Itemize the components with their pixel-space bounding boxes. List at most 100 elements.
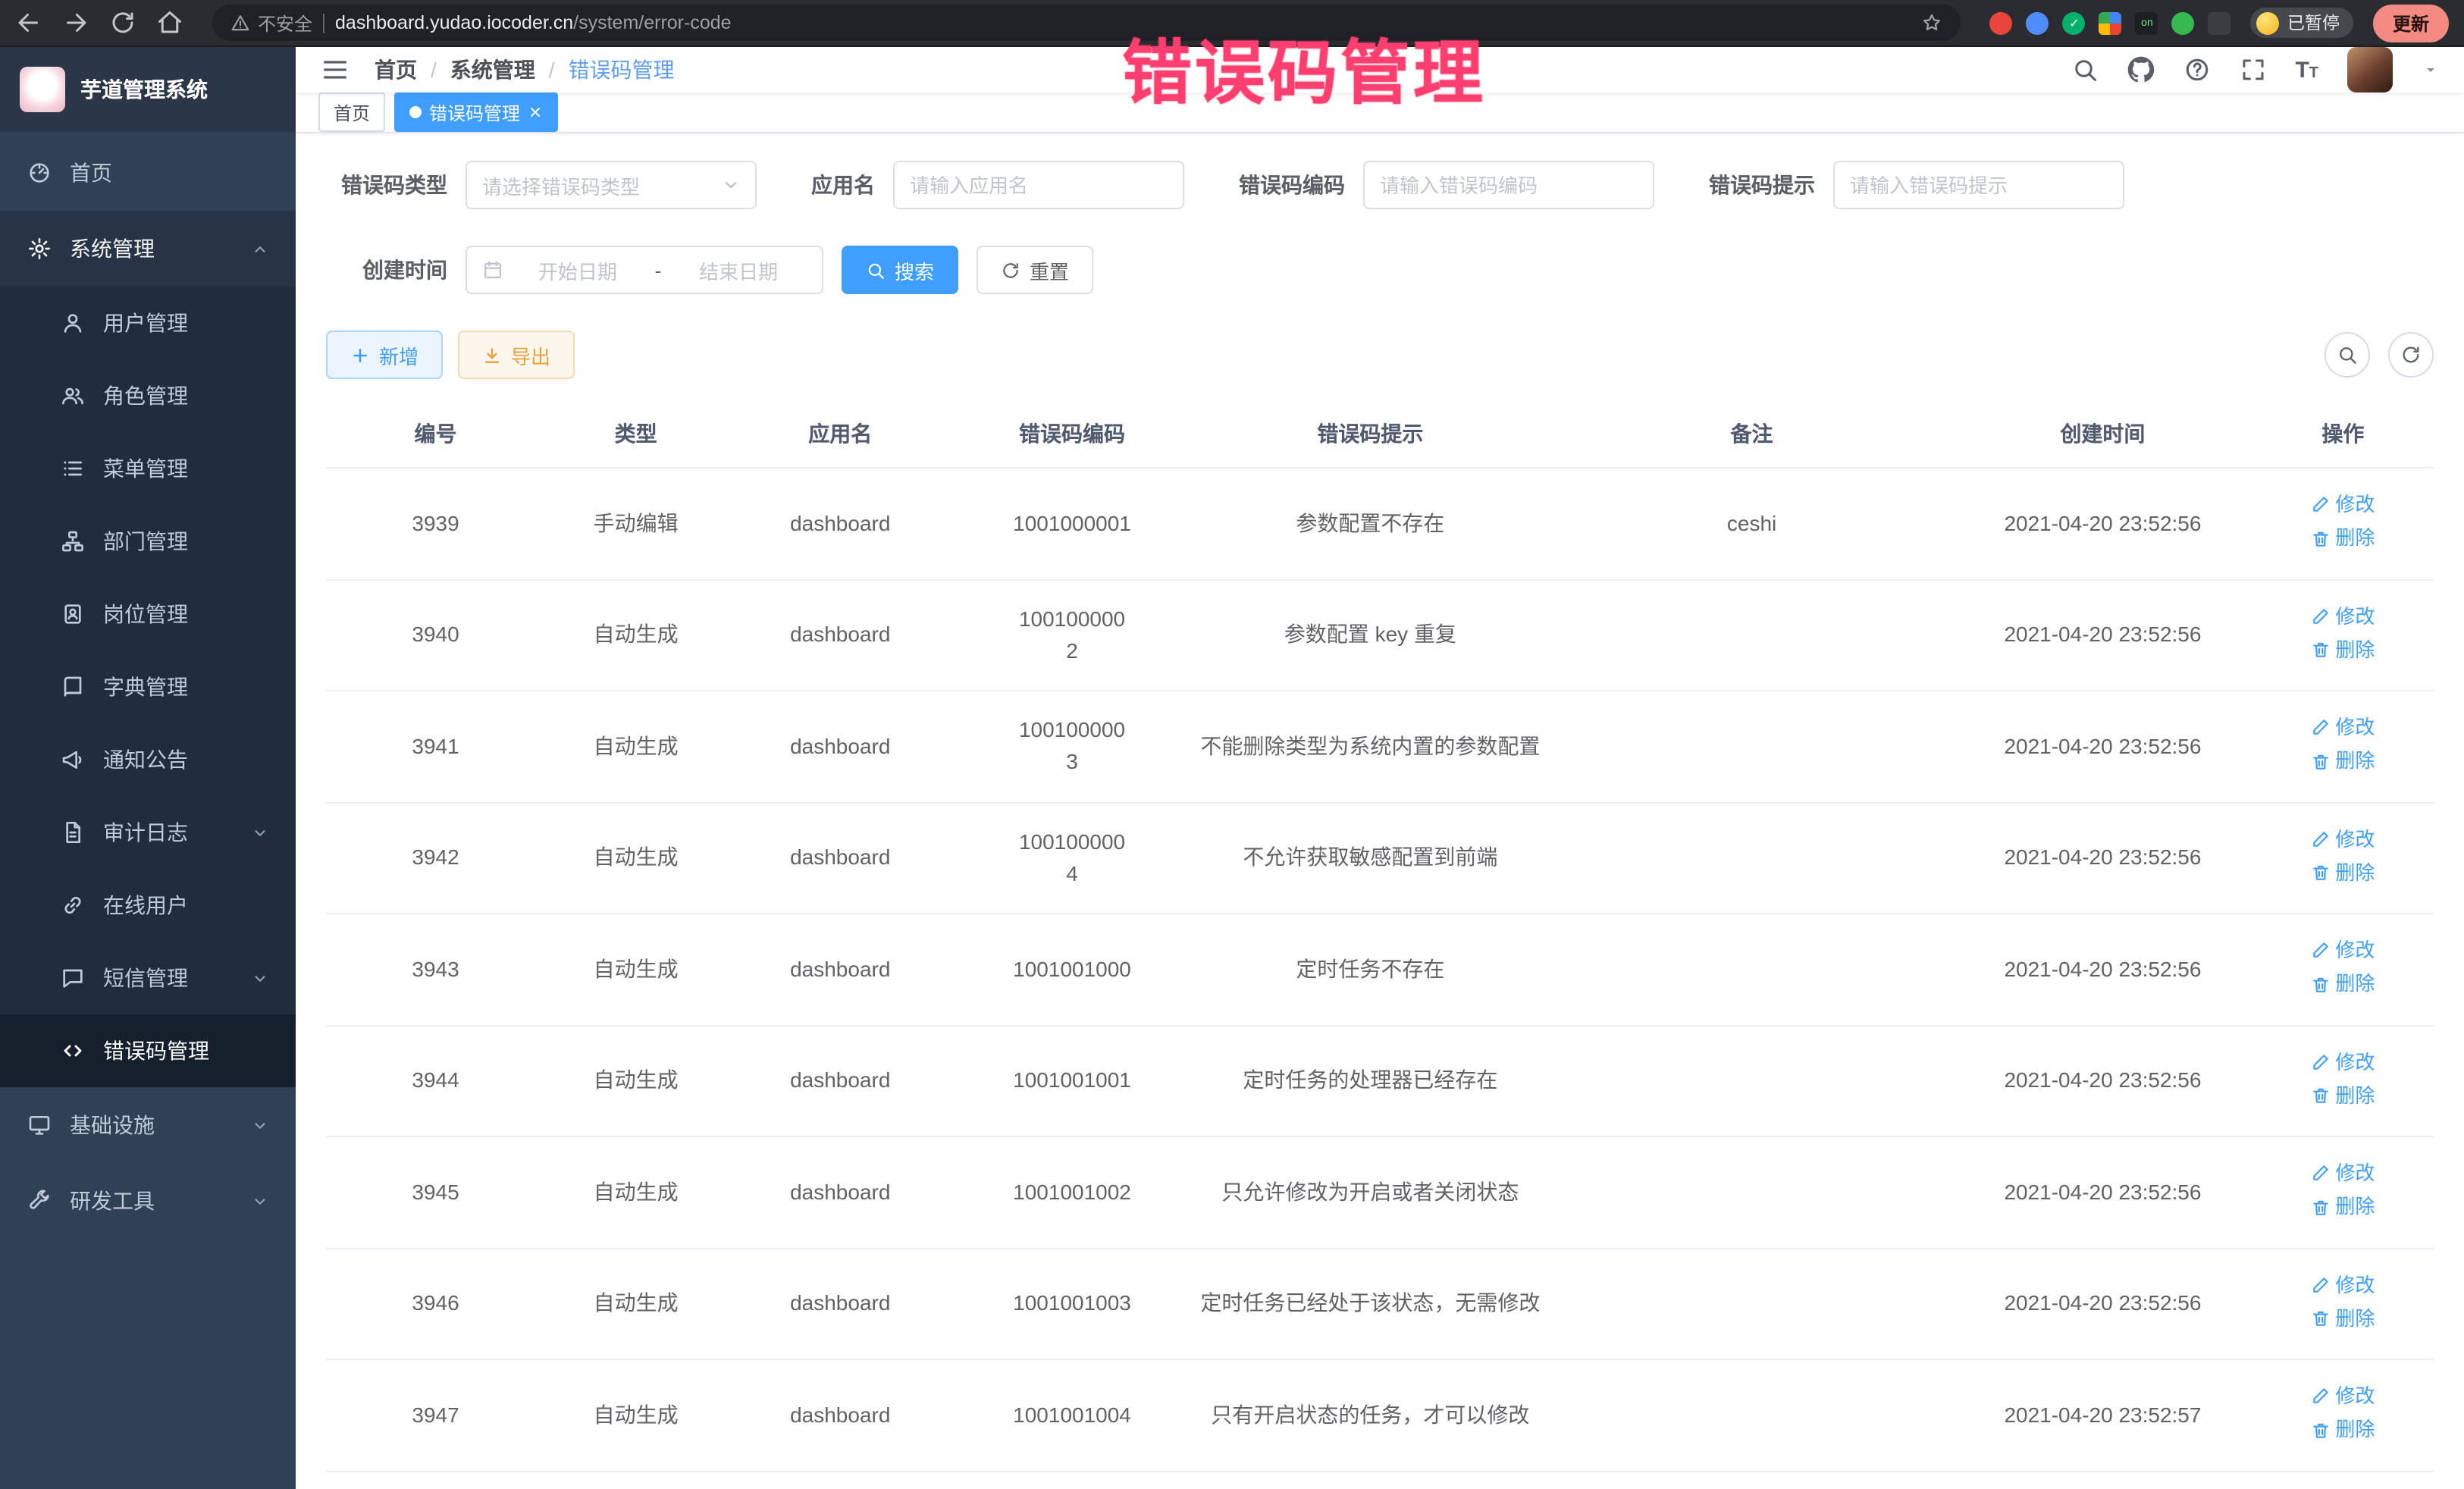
toggle-search-button[interactable] <box>2324 332 2370 378</box>
profile-chip[interactable]: 已暂停 <box>2251 8 2353 38</box>
edit-button[interactable]: 修改 <box>2311 1270 2375 1299</box>
chevron-down-icon <box>252 1117 268 1133</box>
edit-icon <box>2311 718 2331 738</box>
browser-home-icon[interactable] <box>156 9 183 36</box>
sidebar-item-dict[interactable]: 字典管理 <box>0 650 296 723</box>
reset-button[interactable]: 重置 <box>977 246 1093 294</box>
create-time-range-picker[interactable]: 开始日期 - 结束日期 <box>466 246 823 294</box>
refresh-table-button[interactable] <box>2388 332 2434 378</box>
edit-button[interactable]: 修改 <box>2311 490 2375 519</box>
browser-reload-icon[interactable] <box>109 9 136 36</box>
cell-remark <box>1550 691 1953 802</box>
delete-button[interactable]: 删除 <box>2311 1193 2375 1222</box>
sidebar-item-post[interactable]: 岗位管理 <box>0 578 296 650</box>
cell-code: 1001001001 <box>954 1025 1190 1136</box>
delete-button[interactable]: 删除 <box>2311 1081 2375 1111</box>
app-logo[interactable]: 芋道管理系统 <box>0 47 296 132</box>
cell-hint: 不允许获取敏感配置到前端 <box>1190 802 1550 914</box>
tab-error-code[interactable]: 错误码管理 <box>394 92 558 132</box>
sidebar-item-infra[interactable]: 基础设施 <box>0 1087 296 1163</box>
cell-app: dashboard <box>726 1359 954 1471</box>
export-button[interactable]: 导出 <box>458 331 575 379</box>
sidebar-item-audit-log[interactable]: 审计日志 <box>0 796 296 869</box>
breadcrumb-system[interactable]: 系统管理 <box>450 55 535 85</box>
sidebar-item-system[interactable]: 系统管理 <box>0 211 296 287</box>
avatar-caret-icon[interactable] <box>2422 61 2440 79</box>
tab-home[interactable]: 首页 <box>318 92 385 132</box>
edit-button[interactable]: 修改 <box>2311 1158 2375 1188</box>
edit-button[interactable]: 修改 <box>2311 824 2375 854</box>
extension-icon-4[interactable] <box>2099 11 2122 34</box>
add-button[interactable]: 新增 <box>326 331 443 379</box>
sidebar-item-dept[interactable]: 部门管理 <box>0 505 296 578</box>
end-date-placeholder: 结束日期 <box>670 255 807 284</box>
edit-button[interactable]: 修改 <box>2311 1047 2375 1077</box>
cell-hint: 参数配置不存在 <box>1190 468 1550 579</box>
browser-forward-icon[interactable] <box>62 9 89 36</box>
sidebar-item-sms[interactable]: 短信管理 <box>0 942 296 1014</box>
extension-icon-6[interactable] <box>2172 11 2195 34</box>
error-code-input[interactable] <box>1363 161 1654 209</box>
search-button[interactable]: 搜索 <box>842 246 958 294</box>
app-name-input[interactable] <box>893 161 1184 209</box>
error-type-select[interactable]: 请选择错误码类型 <box>466 161 757 209</box>
delete-button[interactable]: 删除 <box>2311 1304 2375 1334</box>
extension-icon-5[interactable]: on <box>2136 11 2158 34</box>
cell-app: dashboard <box>726 1025 954 1136</box>
sidebar-item-home[interactable]: 首页 <box>0 135 296 211</box>
font-size-icon[interactable]: TT <box>2295 58 2318 81</box>
sidebar-collapse-icon[interactable] <box>320 55 350 85</box>
cell-code: 1001000001 <box>954 468 1190 579</box>
user-avatar[interactable] <box>2347 47 2393 92</box>
edit-button[interactable]: 修改 <box>2311 713 2375 742</box>
bookmark-star-icon[interactable] <box>1922 12 1943 33</box>
extension-icon-7[interactable] <box>2209 11 2231 34</box>
cell-remark <box>1550 1248 1953 1359</box>
cell-hint: 定时任务不存在 <box>1190 914 1550 1025</box>
col-remark: 备注 <box>1550 400 1953 468</box>
error-hint-input[interactable] <box>1833 161 2124 209</box>
cell-code: 1001001003 <box>954 1248 1190 1359</box>
cell-hint: 只允许修改为开启或者关闭状态 <box>1190 1136 1550 1248</box>
delete-button[interactable]: 删除 <box>2311 747 2375 776</box>
breadcrumb-home[interactable]: 首页 <box>375 55 417 85</box>
fullscreen-icon[interactable] <box>2239 56 2266 83</box>
edit-button[interactable]: 修改 <box>2311 1381 2375 1411</box>
table-row: 3947自动生成dashboard1001001004只有开启状态的任务，才可以… <box>326 1359 2434 1471</box>
cell-hint: 定时任务已经处于该状态，无需修改 <box>1190 1248 1550 1359</box>
col-actions: 操作 <box>2252 400 2434 468</box>
sidebar-item-label: 用户管理 <box>103 308 268 338</box>
sidebar-item-error-code[interactable]: 错误码管理 <box>0 1014 296 1087</box>
cell-app: dashboard <box>726 802 954 914</box>
sidebar-item-dev-tool[interactable]: 研发工具 <box>0 1163 296 1239</box>
help-icon[interactable] <box>2183 56 2210 83</box>
browser-update-button[interactable]: 更新 <box>2373 4 2449 42</box>
header-search-icon[interactable] <box>2071 56 2098 83</box>
address-bar[interactable]: 不安全 dashboard.yudao.iocoder.cn/system/er… <box>212 5 1961 41</box>
edit-button[interactable]: 修改 <box>2311 601 2375 631</box>
sidebar-item-role[interactable]: 角色管理 <box>0 359 296 432</box>
cell-code: 1001001004 <box>954 1359 1190 1471</box>
extension-icon-3[interactable]: ✓ <box>2063 11 2086 34</box>
sidebar-item-user[interactable]: 用户管理 <box>0 287 296 359</box>
error-code-table-body: 3939手动编辑dashboard1001000001参数配置不存在ceshi2… <box>326 468 2434 1489</box>
delete-button[interactable]: 删除 <box>2311 1415 2375 1445</box>
github-icon[interactable] <box>2127 56 2154 83</box>
sidebar-item-notice[interactable]: 通知公告 <box>0 723 296 796</box>
delete-button[interactable]: 删除 <box>2311 858 2375 888</box>
annotation-overlay-title: 错误码管理 <box>1122 18 1486 118</box>
sidebar-item-online-user[interactable]: 在线用户 <box>0 869 296 942</box>
close-tab-icon[interactable] <box>528 105 543 120</box>
cell-type: 自动生成 <box>545 1025 726 1136</box>
extension-icon-1[interactable] <box>1990 11 2013 34</box>
browser-back-icon[interactable] <box>15 9 42 36</box>
table-row: 3945自动生成dashboard1001001002只允许修改为开启或者关闭状… <box>326 1136 2434 1248</box>
extension-icon-2[interactable] <box>2027 11 2049 34</box>
delete-button[interactable]: 删除 <box>2311 635 2375 665</box>
cell-code: 1001001000 <box>954 914 1190 1025</box>
sidebar-item-menu[interactable]: 菜单管理 <box>0 432 296 505</box>
cell-created: 2021-04-20 23:52:56 <box>1953 468 2252 579</box>
edit-button[interactable]: 修改 <box>2311 936 2375 965</box>
delete-button[interactable]: 删除 <box>2311 970 2375 999</box>
delete-button[interactable]: 删除 <box>2311 524 2375 553</box>
